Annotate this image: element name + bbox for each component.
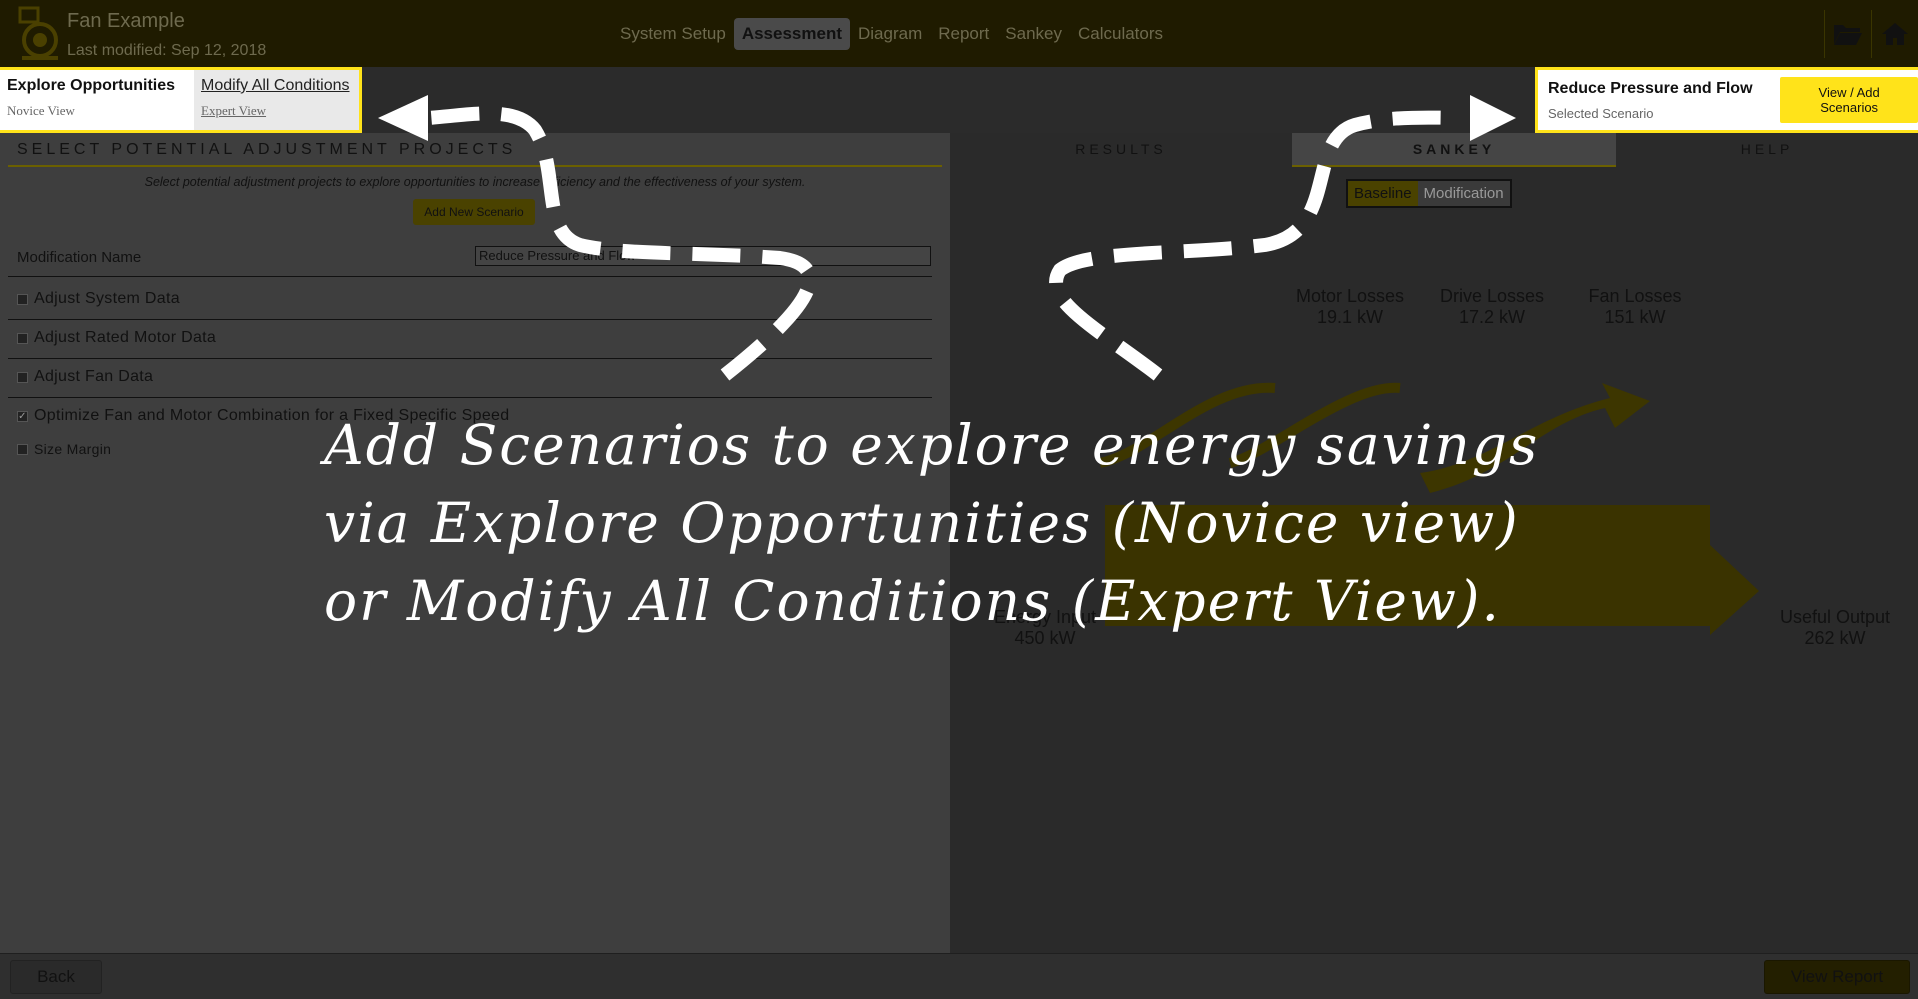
arrowhead-right-icon [1470,95,1516,141]
callout-line: via Explore Opportunities (Novice view) [324,491,1520,555]
dashed-arrow-right-path [1049,110,1463,381]
arrowhead-left-icon [378,95,428,141]
tutorial-callout: Add Scenarios to explore energy savings … [324,406,1539,640]
dashed-arrow-left-path [427,106,817,381]
callout-line: or Modify All Conditions (Expert View). [324,569,1501,633]
callout-line: Add Scenarios to explore energy savings [324,413,1540,477]
